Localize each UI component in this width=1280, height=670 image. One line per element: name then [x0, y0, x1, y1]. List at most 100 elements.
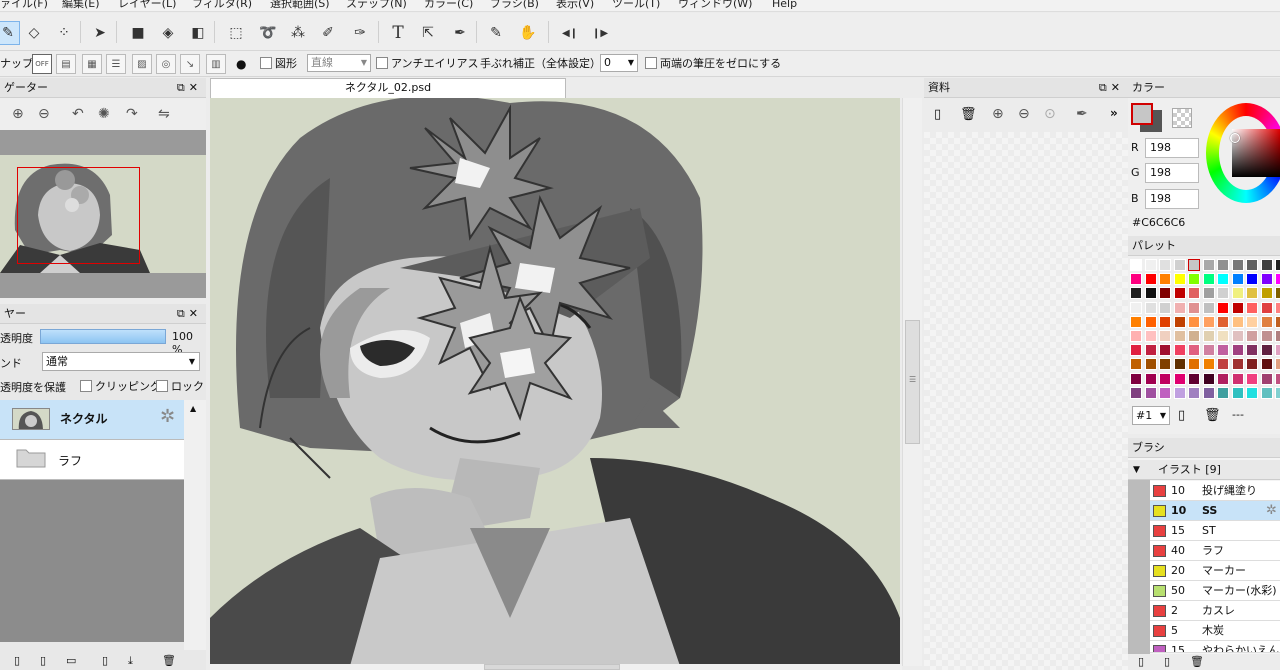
- palette-swatch[interactable]: [1260, 330, 1273, 342]
- palette-swatch[interactable]: [1130, 301, 1142, 314]
- gear-icon[interactable]: ✲: [160, 406, 175, 427]
- palette-swatch[interactable]: [1217, 315, 1229, 328]
- palette-swatch[interactable]: [1260, 315, 1273, 328]
- menu-edit[interactable]: 編集(E): [62, 0, 100, 11]
- palette-swatch[interactable]: [1130, 259, 1142, 271]
- palette-swatch[interactable]: [1260, 287, 1273, 300]
- palette-swatch[interactable]: [1130, 287, 1142, 300]
- rotate-right-icon[interactable]: ↷: [126, 106, 138, 122]
- fill-tool-button[interactable]: ◈: [156, 21, 180, 45]
- antialias-checkbox[interactable]: アンチエイリアス: [376, 56, 479, 72]
- menu-tool[interactable]: ツール(T): [612, 0, 660, 11]
- lock-checkbox[interactable]: ロック: [156, 378, 204, 394]
- palette-swatch[interactable]: [1173, 259, 1186, 271]
- trash-icon[interactable]: 🗑: [1204, 408, 1221, 423]
- panel-controls[interactable]: ⧉✕: [177, 304, 202, 324]
- palette-swatch[interactable]: [1275, 273, 1280, 286]
- palette-swatch[interactable]: [1246, 287, 1258, 300]
- document-tab[interactable]: ネクタル_02.psd: [210, 78, 566, 98]
- palette-swatch[interactable]: [1144, 358, 1157, 371]
- palette-swatch[interactable]: [1202, 287, 1215, 300]
- palette-swatch[interactable]: [1130, 386, 1142, 399]
- palette-swatch[interactable]: [1217, 358, 1229, 371]
- clipping-checkbox[interactable]: クリッピング: [80, 378, 161, 394]
- palette-swatch[interactable]: [1275, 330, 1280, 342]
- hand-tool-button[interactable]: ✋: [516, 21, 540, 45]
- scroll-up-icon[interactable]: ▲: [190, 404, 196, 413]
- zero-pressure-checkbox[interactable]: 両端の筆圧をゼロにする: [645, 56, 781, 72]
- palette-swatch[interactable]: [1275, 358, 1280, 371]
- palette-swatch[interactable]: [1144, 287, 1157, 300]
- palette-swatch[interactable]: [1231, 372, 1244, 385]
- canvas-horizontal-scrollbar[interactable]: [210, 664, 902, 670]
- antialias-checkbox-box[interactable]: [376, 57, 388, 69]
- palette-swatch[interactable]: [1188, 372, 1200, 385]
- palette-swatch[interactable]: [1173, 301, 1186, 314]
- select-eraser-button[interactable]: ✑: [348, 21, 372, 45]
- magic-wand-button[interactable]: ⁂: [286, 21, 310, 45]
- palette-swatch[interactable]: [1159, 344, 1171, 357]
- palette-swatch[interactable]: [1217, 259, 1229, 271]
- new-folder-icon[interactable]: ▭: [66, 654, 76, 667]
- palette-swatch[interactable]: [1188, 315, 1200, 328]
- palette-swatch[interactable]: [1260, 386, 1273, 399]
- red-input[interactable]: 198: [1145, 138, 1199, 158]
- palette-swatch[interactable]: [1260, 344, 1273, 357]
- brush-item[interactable]: 40 ラフ: [1150, 541, 1280, 561]
- snap-grid-button[interactable]: ▦: [82, 54, 102, 74]
- palette-swatch[interactable]: [1275, 344, 1280, 357]
- brush-item[interactable]: 5 木炭: [1150, 621, 1280, 641]
- palette-swatch[interactable]: [1231, 386, 1244, 399]
- eraser-tool-button[interactable]: ◇: [22, 21, 46, 45]
- palette-swatch[interactable]: [1231, 358, 1244, 371]
- palette-swatch[interactable]: [1231, 259, 1244, 271]
- palette-swatch[interactable]: [1188, 330, 1200, 342]
- palette-swatch[interactable]: [1173, 358, 1186, 371]
- palette-swatch[interactable]: [1144, 344, 1157, 357]
- palette-swatch[interactable]: [1246, 344, 1258, 357]
- palette-swatch[interactable]: [1202, 259, 1215, 271]
- zoom-out-icon[interactable]: ⊖: [38, 106, 50, 122]
- navigator-view-rectangle[interactable]: [17, 167, 140, 264]
- merge-layer-icon[interactable]: ⤓: [128, 654, 133, 668]
- gradient-tool-button[interactable]: ◧: [186, 21, 210, 45]
- figure-checkbox-box[interactable]: [260, 57, 272, 69]
- reset-rotation-icon[interactable]: ✺: [98, 106, 110, 122]
- palette-swatch[interactable]: [1231, 344, 1244, 357]
- zero-pressure-checkbox-box[interactable]: [645, 57, 657, 69]
- palette-swatch[interactable]: [1217, 301, 1229, 314]
- copy-layer-icon[interactable]: ▯: [102, 654, 108, 667]
- blue-input[interactable]: 198: [1145, 189, 1199, 209]
- palette-swatch[interactable]: [1188, 301, 1200, 314]
- menu-window[interactable]: ウィンドウ(W): [678, 0, 752, 11]
- color-picker-cursor[interactable]: [1230, 133, 1240, 143]
- gear-icon[interactable]: ✲: [1266, 501, 1277, 520]
- palette-swatch[interactable]: [1275, 315, 1280, 328]
- palette-swatch[interactable]: [1246, 301, 1258, 314]
- palette-swatch[interactable]: [1231, 273, 1244, 286]
- layer-scrollbar[interactable]: ▲: [184, 400, 206, 650]
- new-palette-icon[interactable]: ▯: [1178, 408, 1185, 423]
- palette-swatch[interactable]: [1202, 330, 1215, 342]
- palette-swatch[interactable]: [1130, 372, 1142, 385]
- snap-off-button[interactable]: OFF: [32, 54, 52, 74]
- palette-swatch[interactable]: [1159, 358, 1171, 371]
- palette-swatch[interactable]: [1173, 273, 1186, 286]
- palette-swatch[interactable]: [1217, 287, 1229, 300]
- transparent-color-swatch[interactable]: [1172, 108, 1192, 128]
- palette-swatch[interactable]: [1130, 358, 1142, 371]
- layer-item-rough[interactable]: ラフ: [0, 440, 184, 480]
- palette-swatch[interactable]: [1130, 330, 1142, 342]
- palette-swatch[interactable]: [1246, 372, 1258, 385]
- canvas-vertical-scrollbar[interactable]: ☰: [902, 98, 922, 666]
- palette-swatch[interactable]: [1260, 372, 1273, 385]
- zoom-reset-icon[interactable]: ⊙: [1044, 106, 1056, 122]
- palette-swatch[interactable]: [1217, 386, 1229, 399]
- palette-swatch[interactable]: [1173, 287, 1186, 300]
- palette-swatch[interactable]: [1159, 315, 1171, 328]
- palette-swatch[interactable]: [1231, 315, 1244, 328]
- menu-selection[interactable]: 選択範囲(S): [270, 0, 330, 11]
- palette-swatch[interactable]: [1188, 344, 1200, 357]
- palette-swatch[interactable]: [1275, 372, 1280, 385]
- palette-swatch-grid[interactable]: [1128, 256, 1280, 402]
